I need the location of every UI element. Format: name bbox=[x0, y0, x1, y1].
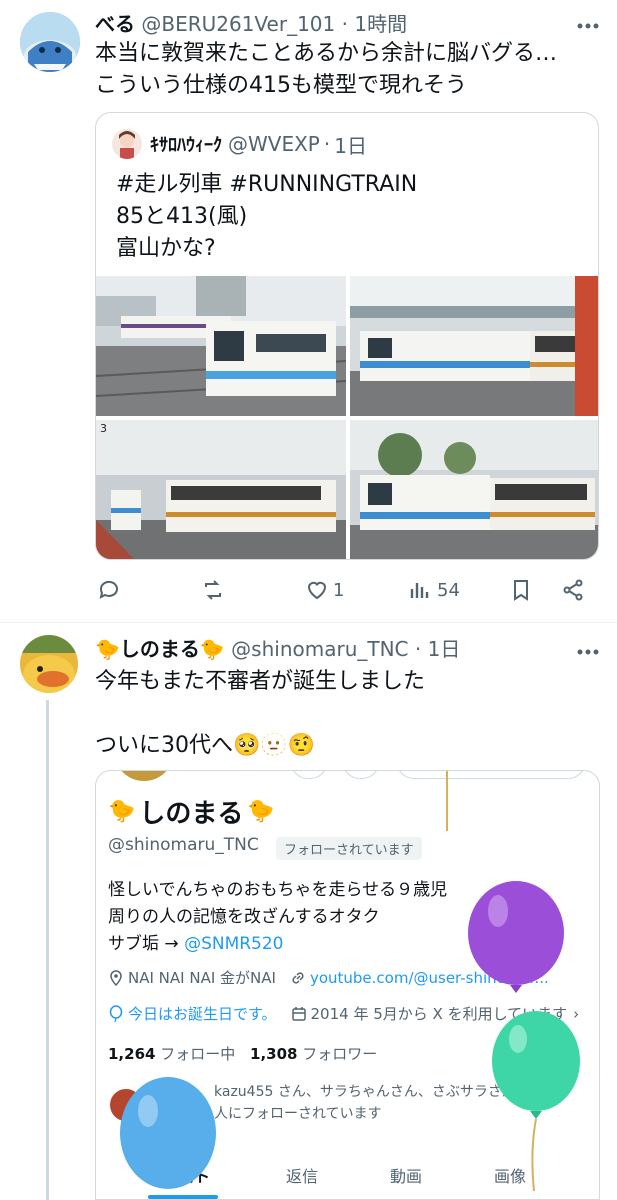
following-count: 1,264 bbox=[108, 1045, 156, 1063]
train-photo[interactable] bbox=[350, 420, 598, 559]
green-balloon-icon bbox=[490, 1011, 582, 1195]
tweet-text-line: 今年もまた不審者が誕生しました bbox=[95, 669, 426, 694]
purple-balloon-icon bbox=[466, 881, 566, 1015]
bio-line: 怪しいでんちゃのおもちゃを走らせる９歳児 bbox=[108, 880, 448, 900]
separator-dot: · bbox=[414, 637, 422, 661]
tweet-text: 今年もまた不審者が誕生しました ついに30代へ🥺🫥🤨 bbox=[95, 666, 425, 762]
tweet-actions: 1 54 bbox=[95, 578, 595, 608]
display-name[interactable]: 🐤しのまる🐤 bbox=[95, 637, 225, 661]
tab-videos: 動画 bbox=[390, 1167, 423, 1186]
sub-account-link: @SNMR520 bbox=[184, 934, 284, 954]
balloon-icon bbox=[109, 1004, 123, 1022]
profile-top-buttons bbox=[290, 771, 590, 781]
more-options-icon[interactable] bbox=[577, 10, 599, 35]
photo-grid: 3 bbox=[96, 276, 598, 559]
views-icon bbox=[410, 583, 429, 598]
location-icon bbox=[110, 969, 122, 986]
bio-line: 周りの人の記憶を改ざんするオタク bbox=[108, 907, 380, 927]
reply-button[interactable] bbox=[97, 578, 121, 602]
bookmark-button[interactable] bbox=[509, 578, 533, 602]
tweet-header: べる @BERU261Ver_101 · 1時間 bbox=[95, 8, 407, 37]
thread-line bbox=[46, 700, 49, 1200]
handle[interactable]: @BERU261Ver_101 bbox=[141, 12, 335, 36]
calendar-icon bbox=[291, 1006, 306, 1021]
quoted-text-line: 85と413(風) bbox=[116, 204, 248, 229]
view-count: 54 bbox=[437, 579, 460, 601]
quoted-tweet[interactable]: ｷｻﾛﾊｳｨｰｸ @WVEXP · 1日 #走ル列車 #RUNNINGTRAIN… bbox=[95, 112, 599, 560]
svg-text:3: 3 bbox=[100, 422, 107, 435]
train-photo[interactable]: 3 bbox=[96, 420, 346, 559]
quoted-handle[interactable]: @WVEXP bbox=[228, 132, 320, 156]
bookmark-icon bbox=[514, 580, 528, 601]
like-button[interactable]: 1 bbox=[305, 578, 344, 602]
profile-screenshot[interactable]: 🐤 しのまる 🐤 @shinomaru_TNC フォローされています 怪しいでん… bbox=[95, 770, 600, 1200]
more-options-icon[interactable] bbox=[577, 636, 599, 661]
train-photo[interactable] bbox=[96, 276, 346, 416]
quoted-text-line: 富山かな? bbox=[116, 236, 216, 261]
timestamp[interactable]: 1時間 bbox=[354, 12, 407, 36]
profile-handle: @shinomaru_TNC bbox=[108, 835, 259, 855]
chick-emoji-icon: 🐤 bbox=[108, 799, 136, 824]
tweet-header: 🐤しのまる🐤 @shinomaru_TNC · 1日 bbox=[95, 633, 460, 662]
quoted-tweet-header: ｷｻﾛﾊｳｨｰｸ @WVEXP · 1日 bbox=[112, 129, 367, 159]
profile-avatar bbox=[114, 771, 174, 781]
avatar[interactable] bbox=[20, 635, 78, 693]
tweet-text-line: こういう仕様の415も模型で現れそう bbox=[95, 73, 467, 98]
link-icon bbox=[292, 971, 304, 984]
tweet-divider bbox=[0, 622, 617, 623]
profile-name-row: 🐤 しのまる 🐤 bbox=[108, 793, 275, 830]
train-photo[interactable] bbox=[350, 276, 598, 416]
avatar[interactable] bbox=[20, 12, 80, 72]
reply-icon bbox=[99, 580, 118, 599]
quoted-avatar[interactable] bbox=[112, 129, 142, 159]
profile-bio: 怪しいでんちゃのおもちゃを走らせる９歳児 周りの人の記憶を改ざんするオタク サブ… bbox=[108, 877, 447, 958]
blue-balloon-icon bbox=[118, 1077, 218, 1199]
repost-button[interactable] bbox=[201, 578, 225, 602]
balloon-string bbox=[446, 771, 448, 831]
share-icon bbox=[563, 579, 583, 601]
profile-name: しのまる bbox=[139, 799, 244, 829]
follows-you-badge: フォローされています bbox=[276, 837, 422, 860]
display-name[interactable]: べる bbox=[95, 12, 135, 36]
tweet-beru[interactable]: べる @BERU261Ver_101 · 1時間 本当に敦賀来たことあるから余計… bbox=[0, 0, 617, 622]
handle[interactable]: @shinomaru_TNC bbox=[231, 637, 408, 661]
profile-location: NAI NAI NAI 金がNAI bbox=[128, 969, 276, 987]
bio-line: サブ垢 → @SNMR520 bbox=[108, 934, 284, 954]
tweet-text-line: ついに30代へ🥺🫥🤨 bbox=[95, 733, 316, 758]
profile-stats: 1,264 フォロー中 1,308 フォロワー bbox=[108, 1043, 377, 1064]
views-button[interactable]: 54 bbox=[407, 578, 460, 602]
quoted-text-line: #走ル列車 #RUNNINGTRAIN bbox=[116, 172, 418, 197]
separator-dot: · bbox=[341, 12, 348, 36]
followers-count: 1,308 bbox=[250, 1045, 298, 1063]
following-label: フォロー中 bbox=[160, 1045, 236, 1063]
tweet-text-line: 本当に敦賀来たことあるから余計に脳バグる… bbox=[95, 41, 558, 66]
repost-icon bbox=[205, 580, 221, 600]
share-button[interactable] bbox=[561, 578, 585, 602]
like-count: 1 bbox=[333, 579, 345, 601]
quoted-display-name[interactable]: ｷｻﾛﾊｳｨｰｸ bbox=[150, 131, 222, 157]
followers-label: フォロワー bbox=[302, 1045, 378, 1063]
heart-icon bbox=[307, 581, 327, 600]
chick-emoji-icon: 🐤 bbox=[247, 799, 275, 824]
separator-dot: · bbox=[323, 132, 331, 156]
tab-replies: 返信 bbox=[286, 1167, 319, 1186]
quoted-timestamp[interactable]: 1日 bbox=[334, 130, 367, 159]
timestamp[interactable]: 1日 bbox=[428, 637, 461, 661]
birthday-text: 今日はお誕生日です。 bbox=[128, 1005, 277, 1023]
